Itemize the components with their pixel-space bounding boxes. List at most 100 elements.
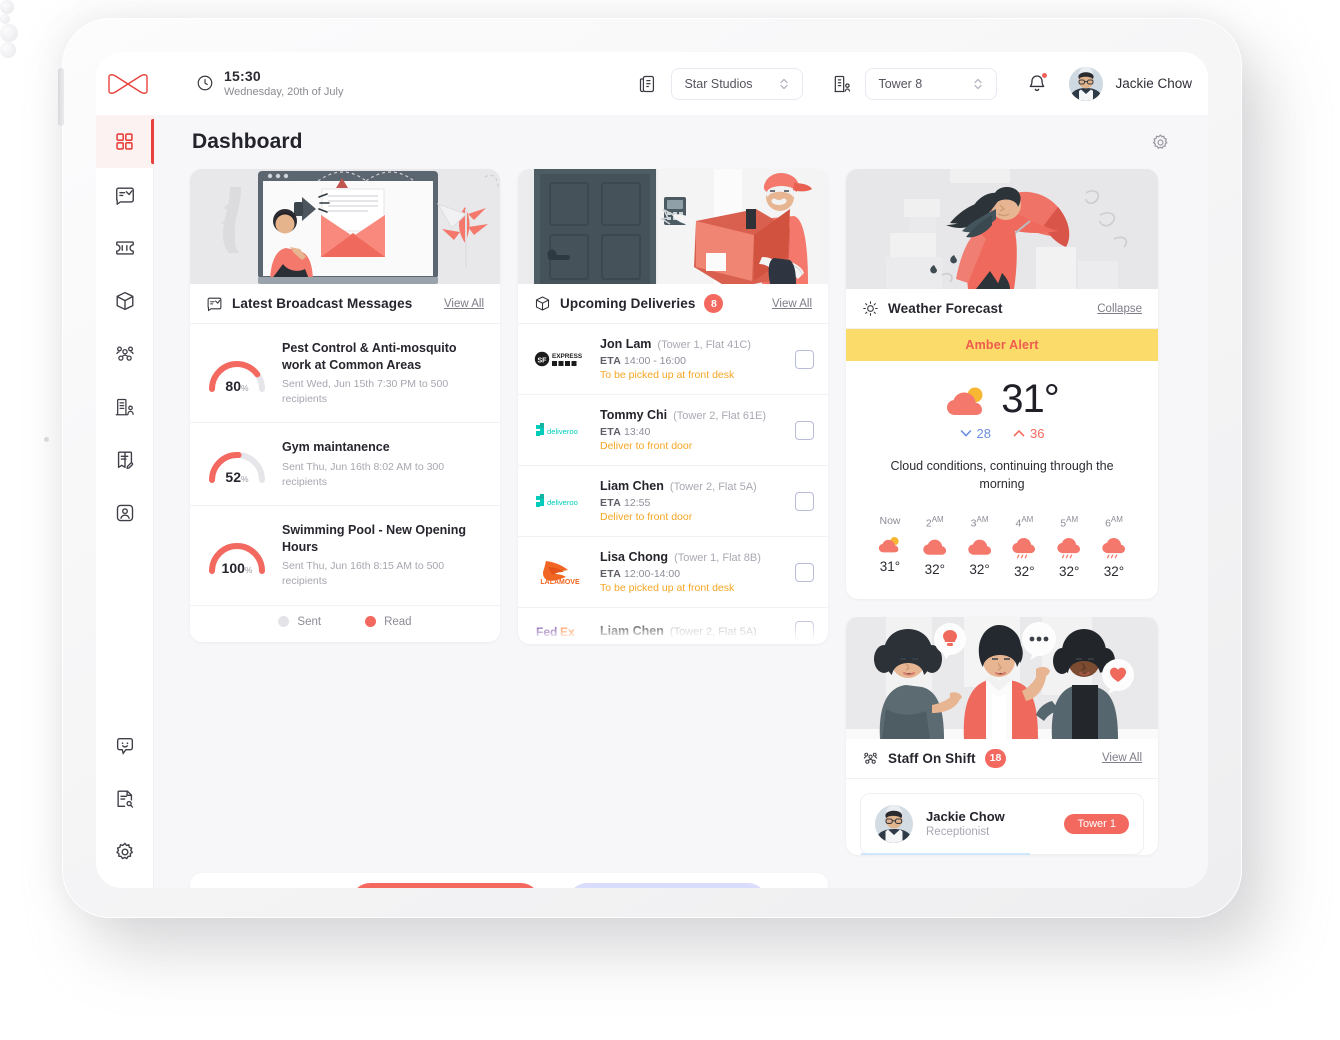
delivery-eta: 13:40 — [624, 426, 651, 438]
broadcast-hero-illustration — [190, 169, 500, 284]
delivery-location: (Tower 1, Flat 8B) — [674, 552, 761, 564]
sidebar-item-visitors[interactable] — [96, 327, 154, 380]
tablet-side-button-3[interactable] — [0, 24, 18, 42]
weather-hero-illustration — [846, 169, 1158, 289]
gauge-unit: % — [241, 474, 249, 485]
broadcast-message-icon — [115, 186, 134, 205]
chevron-down-icon — [960, 430, 971, 437]
delivery-recipient: Jon Lam — [600, 337, 652, 351]
staff-view-all-link[interactable]: View All — [1102, 752, 1142, 764]
weather-hour-temp: 31° — [879, 559, 901, 575]
chevron-updown-icon — [972, 77, 984, 91]
delivery-details: Liam Chen (Tower 2, Flat 5A) ETA 12:55 D… — [600, 479, 783, 523]
legend-label-sent: Sent — [297, 615, 322, 628]
broadcast-title: Gym maintanence — [282, 440, 390, 455]
delivery-row[interactable]: deliveroo Tommy Chi (Tower 2, Flat 61E) … — [518, 395, 828, 466]
delivery-row[interactable]: LALAMOVE Lisa Chong (Tower 1, Flat 8B) E… — [518, 537, 828, 608]
broadcast-view-all-link[interactable]: View All — [444, 298, 484, 310]
gear-icon — [115, 842, 133, 859]
delivery-eta-label: ETA — [600, 355, 622, 367]
staff-tower-tag: Tower 1 — [1064, 813, 1129, 834]
delivery-details: Tommy Chi (Tower 2, Flat 61E) ETA 13:40 … — [600, 408, 783, 452]
lalamove-logo: LALAMOVE — [532, 557, 588, 587]
current-time: 15:30 — [224, 67, 261, 84]
weather-collapse-link[interactable]: Collapse — [1097, 303, 1142, 315]
tablet-dot — [44, 437, 49, 442]
delivery-row[interactable]: SF EXPRESS Jon Lam (Tower 1, Flat 41C) E… — [518, 324, 828, 395]
staff-count-badge: 18 — [984, 748, 1007, 768]
infinity-logo-icon — [108, 73, 148, 94]
weather-hour-suffix: AM — [931, 515, 944, 525]
sidebar-item-reports[interactable] — [96, 772, 154, 825]
register-new-visitor-button[interactable]: Register New Visitor — [350, 882, 540, 888]
page-settings-button[interactable] — [1151, 133, 1170, 152]
sun-icon — [862, 300, 879, 317]
property-selector[interactable]: Star Studios — [671, 67, 804, 100]
weather-max: 36 — [1013, 426, 1044, 441]
notifications-button[interactable] — [1019, 66, 1055, 102]
gauge-value: 100 — [221, 560, 245, 577]
clock-block: 15:30 Wednesday, 20th of July — [196, 68, 343, 100]
sidebar-item-tickets[interactable] — [96, 221, 154, 274]
building-icon[interactable] — [825, 67, 859, 101]
app-logo[interactable] — [98, 73, 158, 95]
staff-list-item[interactable]: Jackie Chow Receptionist Tower 1 — [860, 792, 1144, 855]
broadcast-row[interactable]: 100% Swimming Pool - New Opening Hours S… — [190, 506, 500, 606]
delivery-note: To be picked up at front desk — [600, 582, 735, 594]
user-name[interactable]: Jackie Chow — [1115, 76, 1192, 91]
weather-hour-temp: 32° — [1014, 563, 1035, 579]
broadcast-row[interactable]: 80% Pest Control & Anti-mosquito work at… — [190, 324, 500, 424]
sidebar-item-forms[interactable] — [96, 433, 154, 486]
progress-gauge: 52% — [206, 444, 268, 485]
main-content: Dashboard Latest Broadcast Messages View… — [154, 115, 1208, 888]
delivery-recipient: Tommy Chi — [600, 408, 668, 422]
sidebar-item-dashboard[interactable] — [96, 115, 154, 168]
delivery-eta-label: ETA — [600, 426, 622, 438]
deliveries-card-header: Upcoming Deliveries 8 View All — [518, 284, 828, 324]
chevron-updown-icon — [778, 77, 790, 91]
ticket-icon — [115, 240, 134, 255]
weather-hour-suffix: AM — [1110, 515, 1123, 525]
delivery-checkbox[interactable] — [795, 621, 814, 640]
delivery-note: Deliver to front door — [600, 440, 693, 452]
delivery-checkbox[interactable] — [795, 562, 814, 582]
weather-hour-temp: 32° — [1058, 563, 1080, 579]
tablet-side-button-2[interactable] — [0, 14, 10, 24]
sidebar-item-buildings[interactable] — [96, 380, 154, 433]
weather-hour-label: Now — [879, 515, 901, 528]
legend-item-read: Read — [365, 616, 412, 628]
broadcast-subtitle: Sent Thu, Jun 16th 8:02 AM to 300 recipi… — [282, 460, 445, 488]
delivery-checkbox[interactable] — [795, 491, 814, 511]
delivery-checkbox[interactable] — [795, 349, 814, 369]
delivery-checkbox[interactable] — [795, 420, 814, 440]
legend-label-read: Read — [384, 615, 412, 628]
svg-text:EXPRESS: EXPRESS — [552, 353, 583, 360]
sidebar-item-messages[interactable] — [96, 168, 154, 221]
sidebar-item-residents[interactable] — [96, 486, 154, 539]
buildings-icon[interactable] — [631, 67, 665, 101]
top-bar: 15:30 Wednesday, 20th of July Star Studi… — [96, 52, 1208, 115]
tower-selector[interactable]: Tower 8 — [865, 67, 998, 100]
broadcast-text: Gym maintanence Sent Thu, Jun 16th 8:02 … — [282, 439, 484, 489]
sun-behind-cloud-icon — [945, 382, 989, 418]
tablet-side-button-1[interactable] — [0, 0, 14, 14]
deliveries-view-all-link[interactable]: View All — [772, 298, 812, 310]
tablet-side-button-4[interactable] — [0, 42, 16, 58]
avatar[interactable] — [1069, 66, 1104, 101]
right-column: Weather Forecast Collapse Amber Alert 31… — [846, 169, 1158, 855]
sidebar-item-deliveries[interactable] — [96, 274, 154, 327]
sidebar-item-settings[interactable] — [96, 825, 154, 878]
delivery-row[interactable]: Fed Ex Liam Chen (Tower 2, Flat 5A) — [518, 608, 828, 644]
tablet-power-button[interactable] — [58, 68, 64, 126]
delivery-recipient: Liam Chen — [600, 623, 664, 638]
staff-card: Staff On Shift 18 View All Jackie Chow R… — [846, 616, 1158, 855]
broadcast-row[interactable]: 52% Gym maintanence Sent Thu, Jun 16th 8… — [190, 423, 500, 507]
register-new-delivery-button[interactable]: Register New Delivery — [567, 882, 768, 888]
user-card-icon — [116, 504, 133, 521]
delivery-row[interactable]: deliveroo Liam Chen (Tower 2, Flat 5A) E… — [518, 466, 828, 537]
legend-dot-read — [365, 616, 377, 628]
sidebar-item-feedback[interactable] — [96, 719, 154, 772]
delivery-recipient: Lisa Chong — [600, 550, 669, 564]
delivery-eta-label: ETA — [600, 497, 622, 509]
weather-max-value: 36 — [1030, 426, 1045, 441]
